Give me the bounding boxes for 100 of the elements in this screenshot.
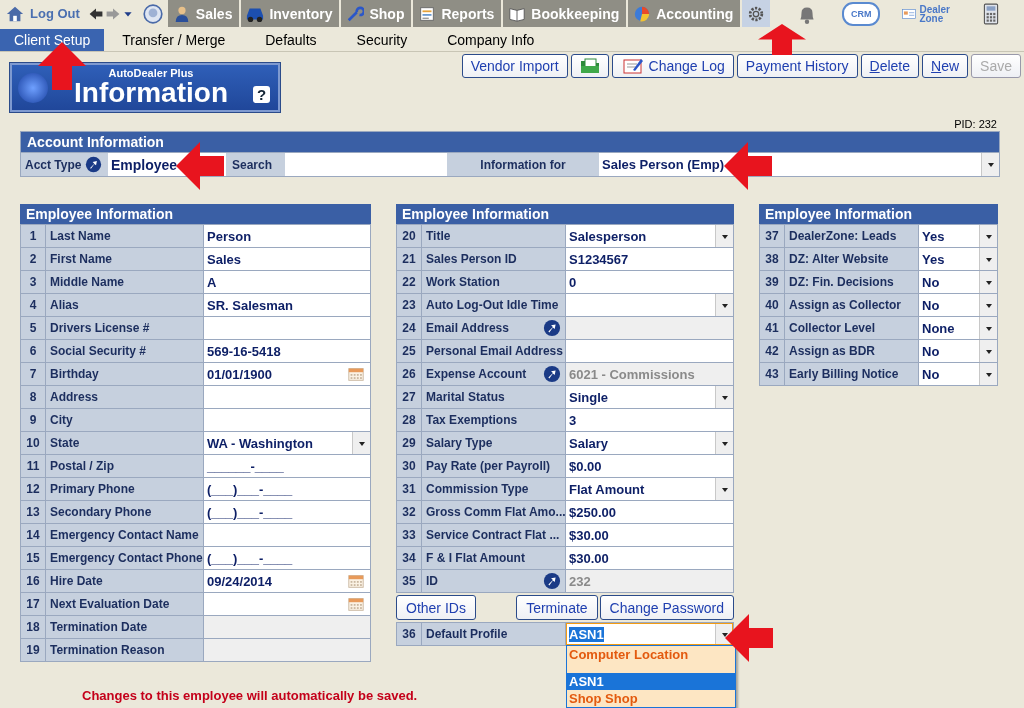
field-label: DealerZone: Leads — [789, 229, 897, 243]
dropdown[interactable]: Salesperson — [566, 225, 733, 247]
text-field[interactable]: $250.00 — [566, 501, 733, 523]
text-field[interactable]: (___)___-____ — [204, 501, 370, 523]
dropdown[interactable]: Salary — [566, 432, 733, 454]
section-header: Account Information — [21, 132, 999, 152]
dropdown[interactable]: No — [919, 294, 997, 316]
tab[interactable]: Client Setup — [0, 29, 105, 51]
text-field[interactable]: 569-16-5418 — [204, 340, 370, 362]
field-label: Title — [426, 229, 451, 243]
toolbar-button[interactable]: Payment History — [736, 54, 858, 78]
dropdown[interactable]: None — [919, 317, 997, 339]
lookup-icon[interactable] — [85, 156, 102, 173]
lookup-icon[interactable] — [543, 319, 561, 337]
toolbar-button[interactable]: New — [922, 54, 969, 78]
dealer-zone-link[interactable]: Dealer Zone — [902, 0, 957, 27]
pid-label: PID: 232 — [954, 118, 997, 130]
dropdown[interactable]: No — [919, 271, 997, 293]
text-field[interactable]: $30.00 — [566, 547, 733, 569]
dropdown[interactable]: WA - Washington — [204, 432, 370, 454]
report-icon — [418, 4, 437, 23]
text-field[interactable]: 0 — [566, 271, 733, 293]
text-field[interactable]: $30.00 — [566, 524, 733, 546]
notebook-icon — [620, 56, 645, 76]
field-label: Tax Exemptions — [426, 413, 518, 427]
toolbar-button[interactable]: Delete — [860, 54, 920, 78]
annotation-arrow — [176, 142, 224, 190]
dropdown-option[interactable]: ASN1 — [567, 673, 735, 690]
field-label: Hire Date — [50, 574, 103, 588]
dropdown[interactable]: Single — [566, 386, 733, 408]
dropdown[interactable]: No — [919, 340, 997, 362]
tab[interactable]: Company Info — [433, 29, 549, 51]
lookup-icon[interactable] — [543, 365, 561, 383]
tab[interactable]: Security — [342, 29, 422, 51]
annotation-arrow — [724, 142, 772, 190]
row-number: 1 — [21, 225, 45, 247]
field-label: Service Contract Flat ... — [426, 528, 560, 542]
dropdown[interactable]: Flat Amount — [566, 478, 733, 500]
date-field[interactable]: 01/01/1900 — [204, 363, 370, 385]
change-log-button[interactable]: Change Log — [611, 54, 734, 78]
text-field[interactable]: S1234567 — [566, 248, 733, 270]
dropdown[interactable]: Sales Person (Emp) — [599, 153, 999, 176]
row-number: 37 — [760, 225, 784, 247]
text-field[interactable] — [204, 317, 370, 339]
row-number: 16 — [21, 570, 45, 592]
text-field[interactable]: Sales — [204, 248, 370, 270]
text-field[interactable] — [204, 409, 370, 431]
tab[interactable]: Defaults — [251, 29, 331, 51]
text-field[interactable]: (___)___-____ — [204, 547, 370, 569]
text-field[interactable] — [566, 340, 733, 362]
text-field[interactable]: ______-____ — [204, 455, 370, 477]
action-button[interactable]: Terminate — [516, 595, 598, 620]
section-header: Employee Information — [759, 204, 998, 224]
date-field[interactable] — [204, 593, 370, 615]
wrench-icon — [346, 4, 365, 23]
field-label: Sales Person ID — [426, 252, 517, 266]
crm-icon[interactable]: CRM — [842, 1, 881, 26]
field-label: City — [50, 413, 73, 427]
row-number: 35 — [397, 570, 421, 592]
search-field[interactable] — [285, 153, 447, 176]
text-field[interactable]: $0.00 — [566, 455, 733, 477]
annotation-arrow — [758, 24, 806, 55]
row-number: 7 — [21, 363, 45, 385]
row-number: 26 — [397, 363, 421, 385]
help-button[interactable]: ? — [253, 86, 270, 103]
field-label: Emergency Contact Phone — [50, 551, 203, 565]
field-label: First Name — [50, 252, 113, 266]
row-number: 6 — [21, 340, 45, 362]
lookup-icon[interactable] — [543, 572, 561, 590]
section-header: Employee Information — [396, 204, 734, 224]
text-field[interactable]: A — [204, 271, 370, 293]
text-field[interactable]: (___)___-____ — [204, 478, 370, 500]
row-number: 8 — [21, 386, 45, 408]
module-tab[interactable] — [742, 0, 773, 27]
text-field[interactable]: Person — [204, 225, 370, 247]
field-label: Primary Phone — [50, 482, 135, 496]
field-label: Acct Type — [25, 157, 82, 172]
avatar-icon — [141, 2, 164, 25]
field-label: Collector Level — [789, 321, 876, 335]
text-field[interactable]: SR. Salesman — [204, 294, 370, 316]
row-number: 40 — [760, 294, 784, 316]
dropdown[interactable]: No — [919, 363, 997, 385]
field-label: Last Name — [50, 229, 111, 243]
text-field[interactable] — [204, 524, 370, 546]
date-field[interactable]: 09/24/2014 — [204, 570, 370, 592]
field-label: Default Profile — [426, 627, 508, 641]
settings-icon — [747, 4, 766, 23]
action-button[interactable]: Other IDs — [396, 595, 476, 620]
logout-link[interactable]: Log Out — [0, 0, 84, 27]
tab[interactable]: Transfer / Merge — [108, 29, 240, 51]
page-title: Information — [74, 79, 228, 107]
toolbar-button[interactable]: Vendor Import — [461, 54, 568, 78]
dropdown[interactable]: Yes — [919, 248, 997, 270]
text-field[interactable]: 3 — [566, 409, 733, 431]
text-field[interactable] — [204, 386, 370, 408]
folder-button[interactable] — [570, 54, 609, 78]
dropdown[interactable]: Yes — [919, 225, 997, 247]
action-button[interactable]: Change Password — [599, 595, 734, 620]
calendar-icon — [347, 595, 365, 613]
field-label: Gross Comm Flat Amo... — [426, 505, 566, 519]
